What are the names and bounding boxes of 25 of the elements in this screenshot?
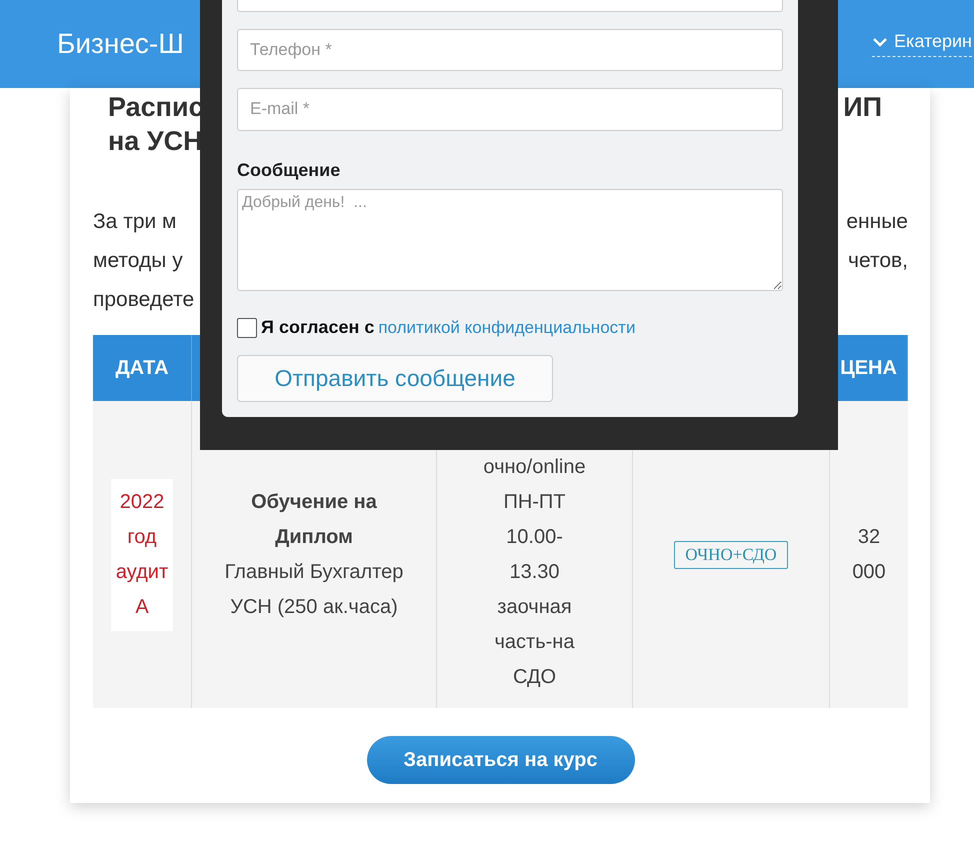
user-menu[interactable]: Екатерин [872,31,972,57]
consent-checkbox[interactable] [237,318,257,338]
table-header: ДАТА [93,335,192,401]
page-heading: ИП [843,91,882,124]
price-text: 32 000 [851,524,887,584]
intro-text: методы у [93,248,183,272]
input-field[interactable]: Телефон * [237,28,783,72]
date-label: 2022 год аудит А [111,478,173,630]
input-field[interactable]: E-mail * [237,88,783,131]
schedule-text: очно/online ПН-ПТ 10.00- 13.30 заочная часть-на СДО [482,455,587,690]
message-field[interactable]: Добрый день! ... [237,188,783,292]
intro-text: проведете [93,288,194,312]
page-heading: Распис на УСН [108,91,204,158]
format-badge: ОЧНО+СДО [674,540,788,568]
intro-text: За три м [93,210,176,234]
intro-text: четов, [848,248,908,272]
intro-text: енные [846,210,908,234]
course-name: Обучение на Диплом Главный Бухгалтер УСН (250 ак.часа) [224,490,404,620]
site-logo[interactable]: Бизнес-Ш [57,28,184,60]
consent-text: Я согласен с [261,317,374,338]
enroll-button[interactable]: Записаться на курс [366,736,634,784]
send-button[interactable]: Отправить сообщение [237,355,553,402]
message-label: Сообщение [237,160,342,181]
chevron-down-icon [872,36,888,46]
privacy-link[interactable]: политикой конфиденциальности [378,318,636,338]
